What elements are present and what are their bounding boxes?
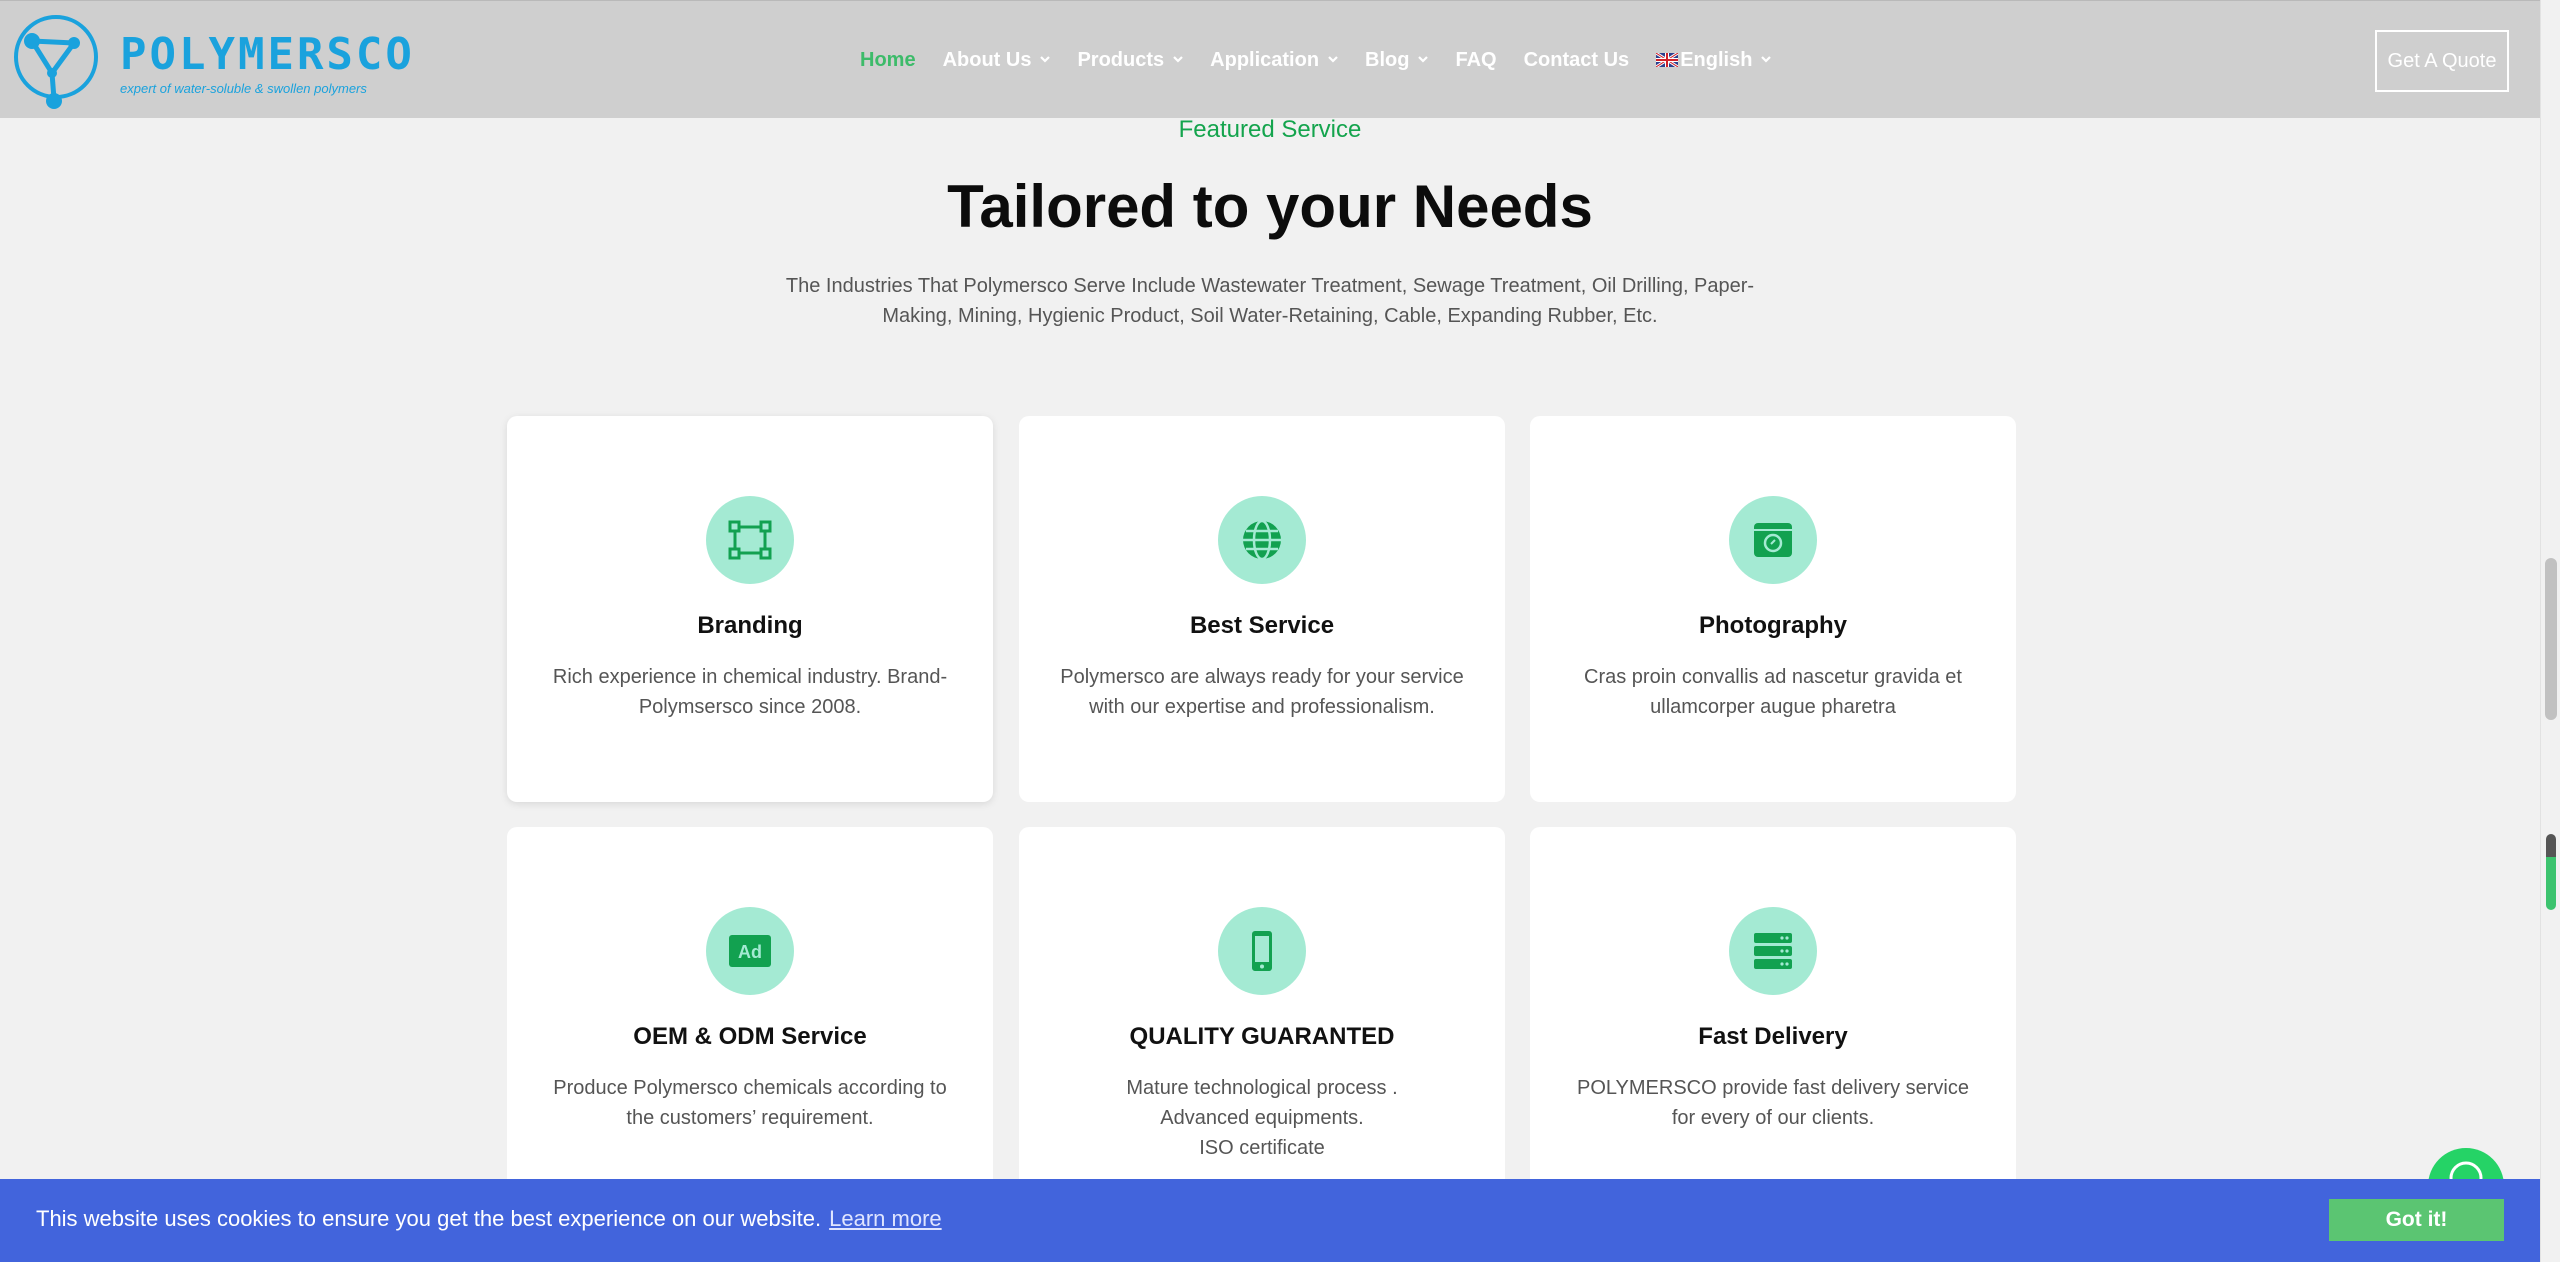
get-a-quote-button[interactable]: Get A Quote xyxy=(2375,30,2509,92)
globe-icon xyxy=(1243,519,1281,561)
chevron-down-icon xyxy=(1040,56,1051,63)
card-title: Photography xyxy=(1699,612,1847,639)
card-title: OEM & ODM Service xyxy=(633,1023,867,1050)
nav-item-contact-us[interactable]: Contact Us xyxy=(1524,49,1630,72)
nav-item-products[interactable]: Products xyxy=(1077,49,1183,72)
nav-item-faq[interactable]: FAQ xyxy=(1455,49,1496,72)
nav-item-label: Products xyxy=(1077,48,1165,71)
uk-flag-icon xyxy=(1656,53,1679,67)
service-card-best-service: Best Service Polymersco are always ready… xyxy=(1019,416,1505,802)
page-scrollbar[interactable] xyxy=(2540,0,2560,1262)
nav-item-language[interactable]: English xyxy=(1656,48,1772,72)
card-title: Best Service xyxy=(1189,612,1335,639)
card-icon-circle xyxy=(1729,496,1817,584)
chevron-down-icon xyxy=(1761,56,1772,63)
card-description: Mature technological process . Advanced … xyxy=(1055,1073,1469,1163)
nav-item-label: FAQ xyxy=(1455,48,1497,71)
card-icon-circle xyxy=(706,496,794,584)
card-title: QUALITY GUARANTED xyxy=(1129,1023,1395,1050)
site-header: POLYMERSCO expert of water-soluble & swo… xyxy=(0,0,2540,118)
main-nav: Home About Us Products Application Blog … xyxy=(860,1,1798,119)
service-card-branding: Branding Rich experience in chemical ind… xyxy=(507,416,993,802)
nav-item-application[interactable]: Application xyxy=(1210,49,1338,72)
card-icon-circle xyxy=(1729,907,1817,995)
brand-tagline: expert of water-soluble & swollen polyme… xyxy=(120,81,367,96)
ad-icon: Ad xyxy=(729,935,771,967)
card-text-line: Advanced equipments. xyxy=(1160,1107,1364,1129)
nav-item-blog[interactable]: Blog xyxy=(1365,48,1429,72)
card-text-line: Rich experience in chemical industry. Br… xyxy=(552,666,948,718)
nav-item-label: About Us xyxy=(942,48,1032,71)
learn-more-link[interactable]: Learn more xyxy=(829,1206,942,1231)
card-text-line: POLYMERSCO provide fast delivery service… xyxy=(1577,1077,1969,1129)
card-description: Produce Polymersco chemicals according t… xyxy=(543,1073,957,1133)
service-card-fast-delivery: Fast Delivery POLYMERSCO provide fast de… xyxy=(1530,827,2016,1213)
card-description: POLYMERSCO provide fast delivery service… xyxy=(1566,1073,1980,1133)
section-title: Tailored to your Needs xyxy=(947,173,1593,240)
card-text-line: Polymersco are always ready for your ser… xyxy=(1060,666,1464,718)
service-card-oem-odm: Ad OEM & ODM Service Produce Polymersco … xyxy=(507,827,993,1213)
card-title: Fast Delivery xyxy=(1698,1023,1848,1050)
nav-item-label: Home xyxy=(860,48,916,71)
card-title: Branding xyxy=(697,612,803,639)
camera-window-icon xyxy=(1754,523,1792,557)
card-icon-circle xyxy=(1218,496,1306,584)
server-stack-icon xyxy=(1754,933,1792,969)
scrollbar-thumb[interactable] xyxy=(2545,558,2557,720)
nav-item-label: Contact Us xyxy=(1523,48,1630,71)
service-card-photography: Photography Cras proin convallis ad nasc… xyxy=(1530,416,2016,802)
nav-item-label: Application xyxy=(1210,48,1320,71)
site-logo[interactable]: POLYMERSCO expert of water-soluble & swo… xyxy=(12,13,412,109)
mobile-phone-icon xyxy=(1252,931,1272,971)
brand-name: POLYMERSCO xyxy=(120,29,415,80)
polymersco-logo-icon xyxy=(14,15,98,109)
card-description: Rich experience in chemical industry. Br… xyxy=(543,662,957,722)
chevron-down-icon xyxy=(1173,56,1183,63)
card-text-line: Mature technological process . xyxy=(1126,1077,1398,1099)
card-description: Polymersco are always ready for your ser… xyxy=(1055,662,1469,722)
svg-text:Ad: Ad xyxy=(738,942,762,962)
cookie-consent-bar: This website uses cookies to ensure you … xyxy=(0,1179,2540,1262)
nav-item-label: English xyxy=(1680,48,1753,71)
card-text-line: Cras proin convallis ad nascetur gravida… xyxy=(1584,666,1962,718)
side-progress-widget[interactable] xyxy=(2546,834,2556,910)
section-intro: The Industries That Polymersco Serve Inc… xyxy=(785,275,1755,327)
service-card-quality: QUALITY GUARANTED Mature technological p… xyxy=(1019,827,1505,1213)
cookie-message-text: This website uses cookies to ensure you … xyxy=(36,1206,822,1231)
chevron-down-icon xyxy=(1418,56,1429,63)
card-text-line: Produce Polymersco chemicals according t… xyxy=(553,1077,947,1129)
nav-item-label: Blog xyxy=(1365,48,1410,71)
nav-item-about-us[interactable]: About Us xyxy=(943,49,1051,72)
card-description: Cras proin convallis ad nascetur gravida… xyxy=(1566,662,1980,722)
nav-item-home[interactable]: Home xyxy=(860,49,916,72)
card-text-line: ISO certificate xyxy=(1199,1137,1325,1159)
chevron-down-icon xyxy=(1328,56,1338,63)
cookie-accept-button[interactable]: Got it! xyxy=(2329,1199,2504,1241)
vector-shape-icon xyxy=(728,520,772,560)
card-icon-circle xyxy=(1218,907,1306,995)
section-eyebrow: Featured Service xyxy=(1178,116,1362,143)
cookie-message: This website uses cookies to ensure you … xyxy=(36,1206,942,1232)
card-icon-circle: Ad xyxy=(706,907,794,995)
